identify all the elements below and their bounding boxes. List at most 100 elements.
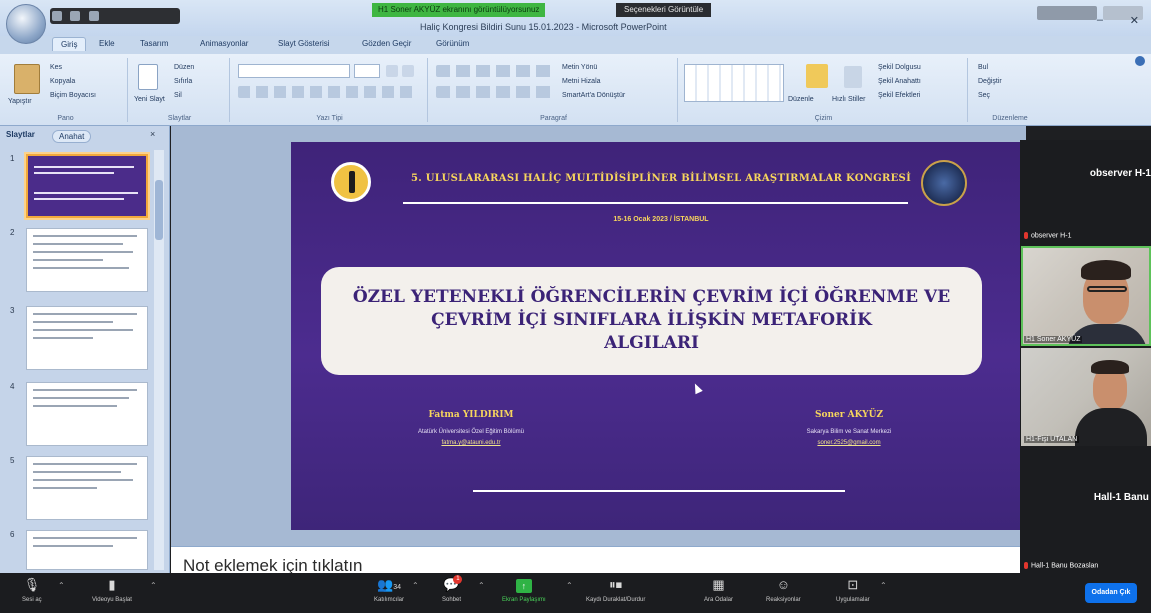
shape-fill-button[interactable]: Şekil Dolgusu	[878, 64, 921, 71]
slide-thumbnail-6[interactable]	[26, 530, 148, 570]
list-buttons[interactable]	[436, 65, 556, 77]
share-options-chevron-icon[interactable]: ⌃	[566, 581, 573, 590]
arrange-icon[interactable]	[806, 64, 828, 88]
leave-meeting-button[interactable]: Odadan Çık	[1085, 583, 1137, 603]
shrink-font-icon[interactable]	[402, 65, 414, 77]
author-block: Fatma YILDIRIM Atatürk Üniversitesi Özel…	[361, 410, 581, 446]
tab-view[interactable]: Görünüm	[436, 39, 469, 48]
slide-thumbnail-5[interactable]	[26, 456, 148, 520]
help-icon[interactable]	[1135, 56, 1145, 66]
author-email[interactable]: fatma.y@atauni.edu.tr	[361, 440, 581, 446]
save-icon[interactable]	[52, 11, 62, 21]
pause-stop-recording-button[interactable]: ⏸⏹ Kaydı Duraklat/Durdur	[586, 577, 645, 603]
bottom-divider	[473, 490, 845, 492]
event-date: 15-16 Ocak 2023 / İSTANBUL	[613, 216, 709, 223]
view-options-button[interactable]: Seçenekleri Görüntüle	[616, 3, 712, 17]
shape-effects-button[interactable]: Şekil Efektleri	[878, 92, 920, 99]
quick-styles-button[interactable]: Hızlı Stiller	[832, 96, 865, 103]
tab-slides-panel[interactable]: Slaytlar	[6, 130, 35, 139]
quick-access-toolbar	[50, 8, 180, 24]
scrollbar-thumb[interactable]	[155, 180, 163, 240]
tab-animations[interactable]: Animasyonlar	[200, 39, 248, 48]
screen-share-banner: H1 Soner AKYÜZ ekranını görüntülüyorsunu…	[372, 3, 546, 17]
audio-options-chevron-icon[interactable]: ⌃	[58, 581, 65, 590]
start-video-button[interactable]: ▮ Videoyu Başlat	[92, 577, 132, 603]
quick-styles-icon[interactable]	[844, 66, 862, 88]
breakout-rooms-button[interactable]: ▦ Ara Odalar	[704, 577, 733, 603]
font-size-select[interactable]	[354, 64, 380, 78]
layout-button[interactable]: Düzen	[174, 64, 194, 71]
participants-panel: observer H-1 observer H-1 H1 Soner AKYÜZ…	[1020, 140, 1151, 573]
window-controls	[1037, 6, 1143, 20]
copy-button[interactable]: Kopyala	[50, 78, 75, 85]
select-button[interactable]: Seç	[978, 92, 990, 99]
tab-design[interactable]: Tasarım	[140, 39, 168, 48]
slide-thumbnail-2[interactable]	[26, 228, 148, 292]
participant-tile[interactable]: Hall-1 Banu Bo Hall-1 Banu Bozaslan	[1020, 448, 1151, 573]
slide-thumbnail-4[interactable]	[26, 382, 148, 446]
group-label-editing: Düzenleme	[992, 115, 1028, 122]
group-label-slides: Slaytlar	[167, 115, 192, 122]
shape-outline-button[interactable]: Şekil Anahattı	[878, 78, 921, 85]
slides-panel: Slaytlar Anahat × 1 2 3 4 5 6	[0, 126, 170, 573]
format-painter-button[interactable]: Biçim Boyacısı	[50, 92, 96, 99]
participant-tile[interactable]: observer H-1 observer H-1	[1020, 140, 1151, 244]
new-slide-icon[interactable]	[138, 64, 158, 90]
group-editing: Bul Değiştir Seç Düzenleme	[970, 58, 1050, 122]
font-format-buttons[interactable]	[238, 86, 418, 98]
notes-placeholder[interactable]: Not eklemek için tıklatın	[183, 556, 363, 573]
share-screen-button[interactable]: ↑ Ekran Paylaşımı	[502, 577, 546, 603]
delete-button[interactable]: Sil	[174, 92, 182, 99]
tab-review[interactable]: Gözden Geçir	[362, 39, 411, 48]
slide-thumbnail-1[interactable]	[26, 154, 148, 218]
grow-font-icon[interactable]	[386, 65, 398, 77]
find-button[interactable]: Bul	[978, 64, 988, 71]
redo-icon[interactable]	[88, 11, 99, 21]
replace-button[interactable]: Değiştir	[978, 78, 1002, 85]
video-options-chevron-icon[interactable]: ⌃	[150, 581, 157, 590]
shapes-gallery[interactable]	[684, 64, 784, 102]
current-slide[interactable]: 5. ULUSLARARASI HALİÇ MULTİDİSİPLİNER Bİ…	[291, 142, 1020, 530]
apps-button[interactable]: ⊡ Uygulamalar	[836, 577, 870, 603]
smartart-button[interactable]: SmartArt'a Dönüştür	[562, 92, 625, 99]
participant-video[interactable]: H1 Soner AKYÜZ	[1021, 246, 1151, 346]
align-text-button[interactable]: Metni Hizala	[562, 78, 601, 85]
tab-home[interactable]: Giriş	[52, 37, 87, 51]
chat-chevron-icon[interactable]: ⌃	[478, 581, 485, 590]
participants-chevron-icon[interactable]: ⌃	[412, 581, 419, 590]
new-slide-button[interactable]: Yeni Slayt	[134, 96, 165, 103]
font-name-select[interactable]	[238, 64, 350, 78]
participant-name: Hall-1 Banu Bo	[1093, 492, 1151, 503]
office-button[interactable]	[6, 4, 46, 44]
reset-button[interactable]: Sıfırla	[174, 78, 192, 85]
author-email[interactable]: soner.2525@gmail.com	[739, 440, 959, 446]
tab-slideshow[interactable]: Slayt Gösterisi	[278, 39, 330, 48]
paste-icon[interactable]	[14, 64, 40, 94]
mic-muted-icon	[1024, 232, 1028, 239]
text-direction-button[interactable]: Metin Yönü	[562, 64, 597, 71]
align-buttons[interactable]	[436, 86, 556, 98]
slides-scrollbar[interactable]	[154, 150, 164, 570]
cut-button[interactable]: Kes	[50, 64, 62, 71]
slide-edit-area: 5. ULUSLARARASI HALİÇ MULTİDİSİPLİNER Bİ…	[171, 126, 1026, 546]
author-block: Soner AKYÜZ Sakarya Bilim ve Sanat Merke…	[739, 410, 959, 446]
slide-number: 3	[10, 306, 15, 315]
undo-icon[interactable]	[70, 11, 81, 21]
chat-button[interactable]: 💬 1 Sohbet	[442, 575, 463, 603]
author-name: Soner AKYÜZ	[814, 410, 884, 420]
close-icon[interactable]: ✕	[1130, 14, 1139, 27]
tab-insert[interactable]: Ekle	[99, 39, 115, 48]
reactions-button[interactable]: ☺ Reaksiyonlar	[766, 577, 801, 603]
notes-pane[interactable]: Not eklemek için tıklatın	[171, 546, 1026, 573]
mute-button[interactable]: 🎙 Sesi aç	[22, 577, 42, 603]
paste-button[interactable]: Yapıştır	[8, 98, 32, 105]
minimize-icon[interactable]: –	[1097, 14, 1103, 26]
close-panel-icon[interactable]: ×	[150, 129, 155, 139]
participant-video[interactable]: H1-Fişi UTALAN	[1021, 348, 1151, 446]
slide-thumbnail-3[interactable]	[26, 306, 148, 370]
apps-chevron-icon[interactable]: ⌃	[880, 581, 887, 590]
tab-outline-panel[interactable]: Anahat	[52, 130, 92, 143]
title-divider	[403, 202, 908, 204]
participants-button[interactable]: 👥34 Katılımcılar	[374, 577, 404, 603]
arrange-button[interactable]: Düzenle	[788, 96, 814, 103]
